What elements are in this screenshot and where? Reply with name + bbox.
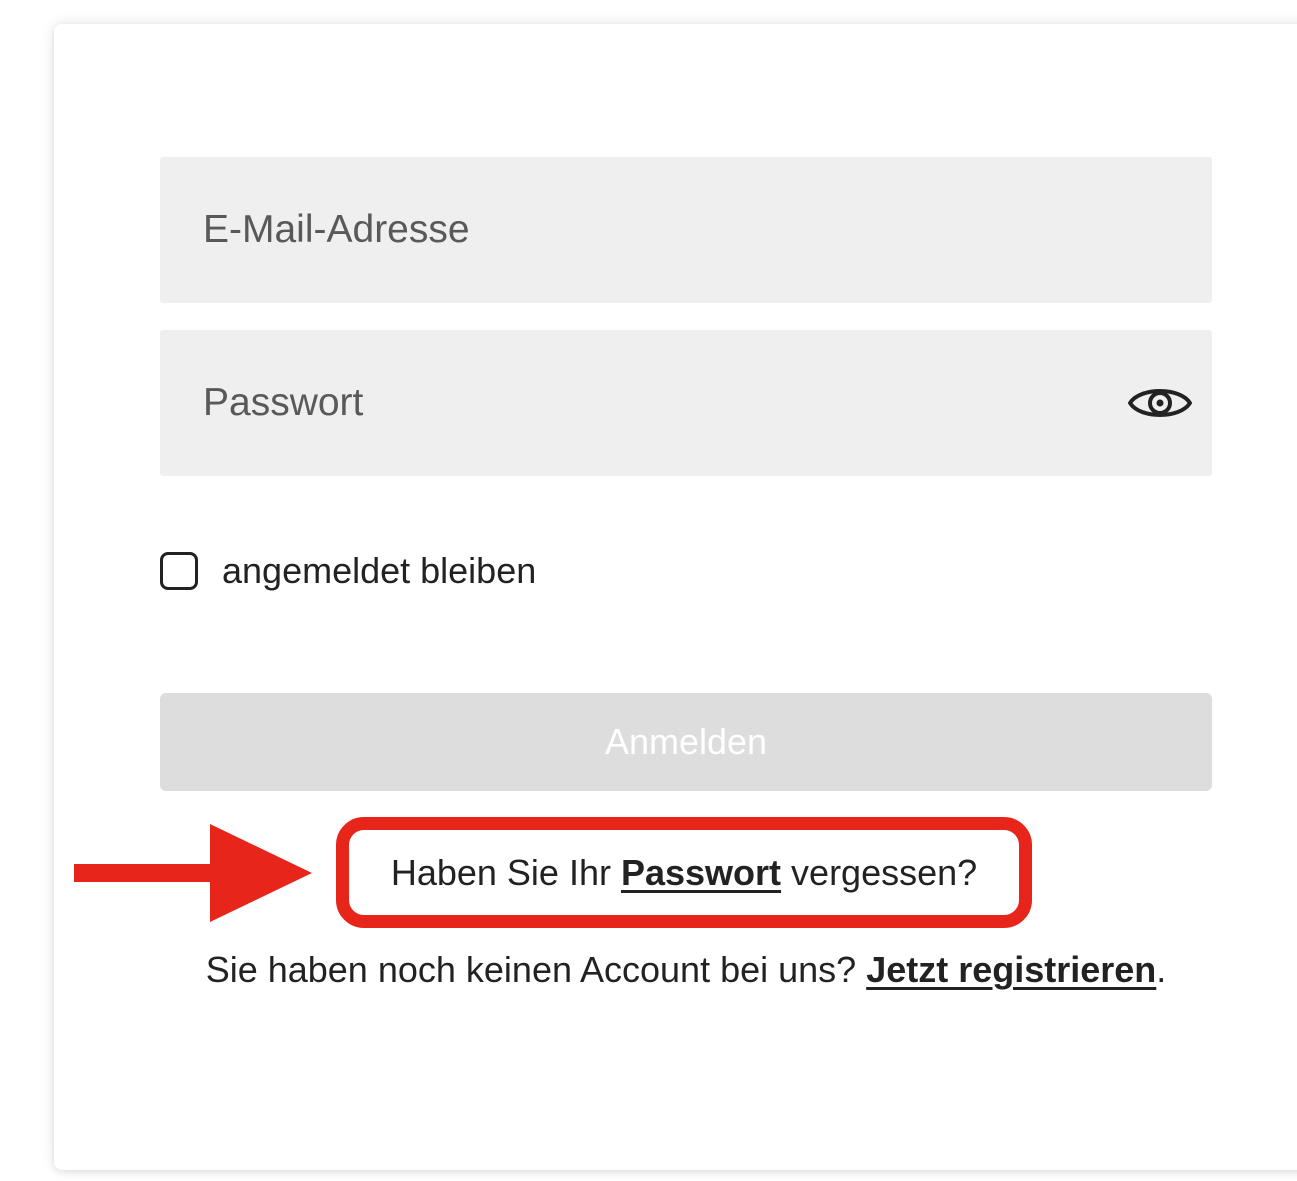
login-button[interactable]: Anmelden (160, 693, 1212, 791)
forgot-password-suffix: vergessen? (781, 851, 978, 893)
email-field-container (160, 157, 1212, 303)
remember-me-label: angemeldet bleiben (222, 550, 537, 591)
register-prefix: Sie haben noch keinen Account bei uns? (205, 949, 867, 990)
forgot-password-text: Haben Sie Ihr Passwort vergessen? (336, 817, 1032, 928)
arrow-right-icon (74, 824, 312, 922)
forgot-password-prefix: Haben Sie Ihr (390, 851, 621, 893)
eye-icon[interactable] (1128, 383, 1192, 423)
register-link[interactable]: Jetzt registrieren (866, 949, 1156, 991)
remember-me-checkbox[interactable] (160, 552, 198, 590)
register-suffix: . (1156, 949, 1167, 990)
remember-me-toggle[interactable]: angemeldet bleiben (160, 550, 536, 592)
password-field-container (160, 330, 1212, 476)
forgot-password-link[interactable]: Passwort (621, 852, 781, 894)
email-input[interactable] (160, 157, 1212, 303)
password-input[interactable] (160, 330, 1212, 476)
register-text: Sie haben noch keinen Account bei uns? J… (160, 945, 1212, 995)
